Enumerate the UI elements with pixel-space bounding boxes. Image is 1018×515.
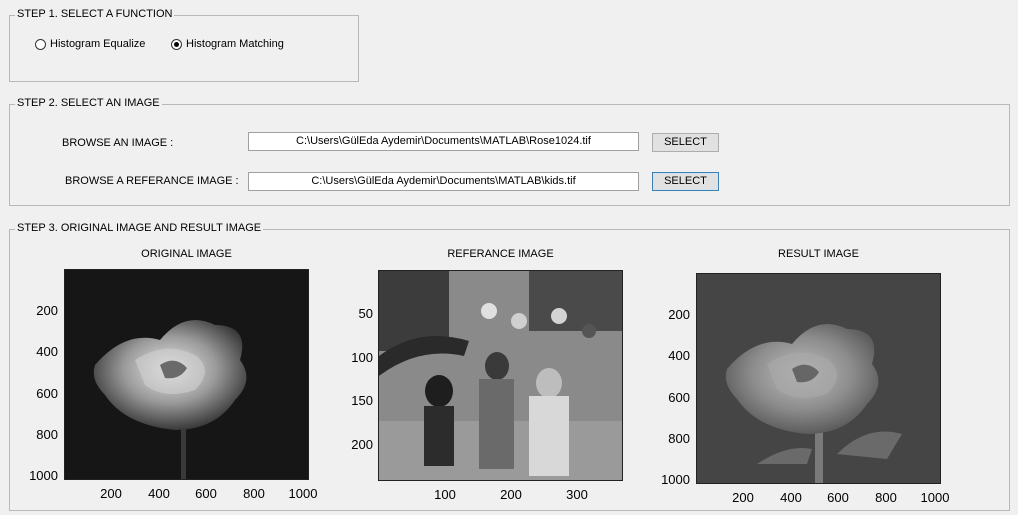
y-tick: 400 (668, 348, 690, 363)
y-tick: 1000 (661, 472, 690, 487)
y-tick: 50 (358, 306, 373, 321)
x-tick: 1000 (288, 486, 318, 501)
original-image (64, 269, 309, 480)
radio-checked-icon (171, 38, 182, 50)
select-image-button[interactable]: SELECT (652, 133, 719, 152)
x-tick: 600 (195, 486, 217, 501)
rose-image (65, 270, 308, 479)
radio-unchecked-icon (35, 38, 46, 50)
step1-panel: STEP 1. SELECT A FUNCTION Histogram Equa… (9, 8, 359, 82)
reference-image (378, 270, 623, 481)
result-rose-image (697, 274, 940, 483)
y-tick: 600 (668, 390, 690, 405)
y-tick: 200 (351, 437, 373, 452)
x-tick: 400 (780, 490, 802, 505)
ref-path-field[interactable]: C:\Users\GülEda Aydemir\Documents\MATLAB… (248, 172, 639, 191)
y-tick: 200 (668, 307, 690, 322)
x-tick: 600 (827, 490, 849, 505)
x-tick: 800 (875, 490, 897, 505)
radio-histogram-matching[interactable]: Histogram Matching (171, 38, 284, 50)
x-tick: 300 (566, 487, 588, 502)
y-tick: 200 (36, 303, 58, 318)
y-tick: 600 (36, 386, 58, 401)
x-tick: 800 (243, 486, 265, 501)
select-ref-button[interactable]: SELECT (652, 172, 719, 191)
reference-image-title: REFERANCE IMAGE (447, 248, 554, 260)
radio-histogram-equalize[interactable]: Histogram Equalize (35, 38, 145, 50)
x-tick: 400 (148, 486, 170, 501)
y-tick: 800 (36, 427, 58, 442)
step1-title: STEP 1. SELECT A FUNCTION (15, 8, 175, 20)
kids-image (379, 271, 622, 480)
x-tick: 1000 (920, 490, 950, 505)
y-tick: 800 (668, 431, 690, 446)
result-image-title: RESULT IMAGE (778, 248, 859, 260)
y-tick: 1000 (29, 468, 58, 483)
browse-ref-label: BROWSE A REFERANCE IMAGE : (65, 175, 239, 187)
y-tick: 400 (36, 344, 58, 359)
y-tick: 100 (351, 350, 373, 365)
x-tick: 200 (732, 490, 754, 505)
x-tick: 200 (500, 487, 522, 502)
original-image-title: ORIGINAL IMAGE (141, 248, 232, 260)
result-image (696, 273, 941, 484)
step2-panel: STEP 2. SELECT AN IMAGE BROWSE AN IMAGE … (9, 97, 1010, 206)
x-tick: 100 (434, 487, 456, 502)
radio-label: Histogram Matching (186, 38, 284, 50)
step2-title: STEP 2. SELECT AN IMAGE (15, 97, 162, 109)
step3-title: STEP 3. ORIGINAL IMAGE AND RESULT IMAGE (15, 222, 264, 234)
y-tick: 150 (351, 393, 373, 408)
x-tick: 200 (100, 486, 122, 501)
radio-label: Histogram Equalize (50, 38, 146, 50)
image-path-field[interactable]: C:\Users\GülEda Aydemir\Documents\MATLAB… (248, 132, 639, 151)
browse-image-label: BROWSE AN IMAGE : (62, 137, 174, 149)
